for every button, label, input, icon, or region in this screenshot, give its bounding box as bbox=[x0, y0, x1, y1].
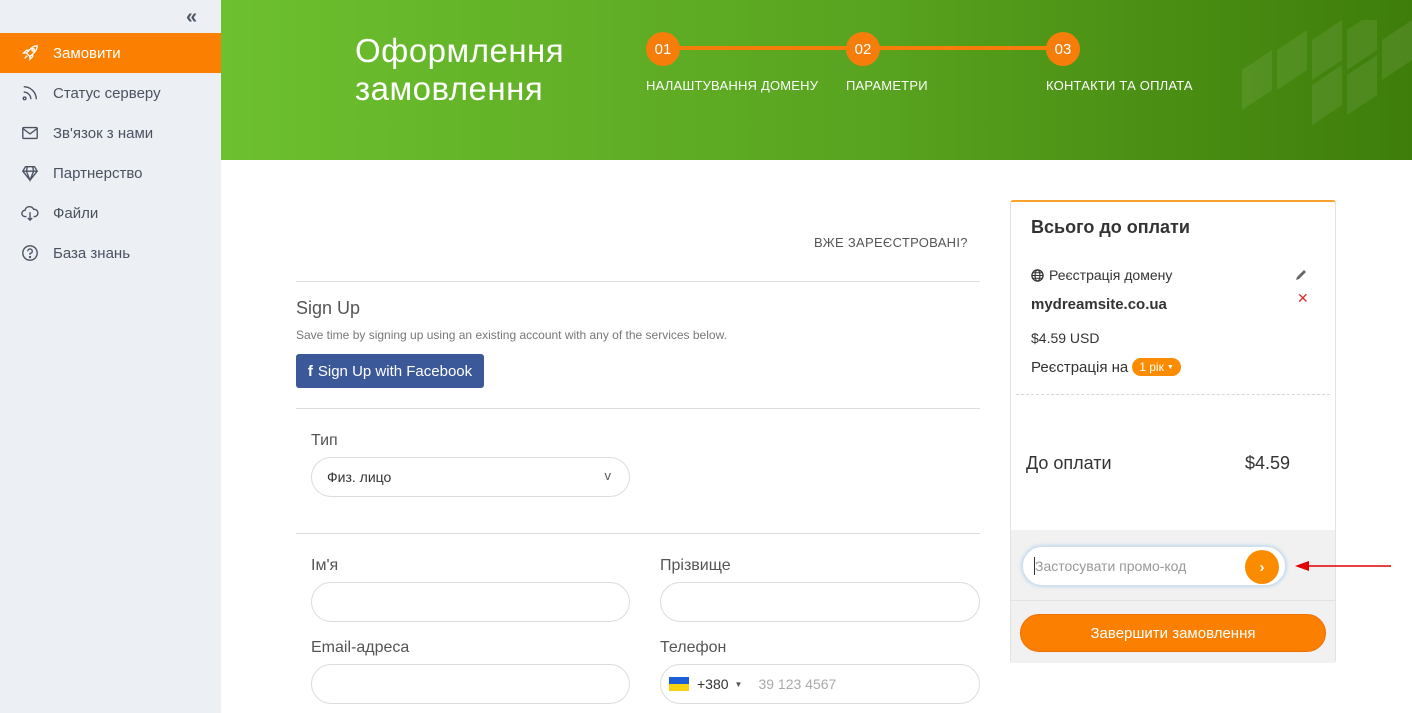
order-summary-card: Всього до оплати Реєстрація домену ✕ myd… bbox=[1010, 200, 1336, 663]
phone-placeholder: 39 123 4567 bbox=[758, 676, 837, 692]
domain-name: mydreamsite.co.ua bbox=[1031, 296, 1167, 313]
promo-placeholder: Застосувати промо-код bbox=[1035, 558, 1187, 574]
sidebar-item-label: Файли bbox=[53, 204, 99, 222]
item-name-text: Реєстрація домену bbox=[1049, 267, 1173, 283]
sidebar-item-order[interactable]: Замовити bbox=[0, 33, 221, 73]
question-circle-icon bbox=[20, 243, 40, 263]
sidebar-item-label: Зв'язок з нами bbox=[53, 124, 154, 142]
annotation-arrow-icon bbox=[1295, 561, 1391, 571]
sidebar-item-files[interactable]: Файли bbox=[0, 193, 221, 233]
remove-icon[interactable]: ✕ bbox=[1297, 290, 1309, 307]
caret-down-icon[interactable]: ▼ bbox=[735, 680, 743, 689]
registration-period: Реєстрація на 1 рік ▼ bbox=[1031, 358, 1181, 376]
step-number: 02 bbox=[846, 32, 880, 66]
apply-promo-button[interactable]: › bbox=[1245, 550, 1279, 584]
page-title: Оформлення замовлення bbox=[355, 32, 565, 107]
step-1: 01 НАЛАШТУВАННЯ ДОМЕНУ bbox=[646, 32, 818, 93]
checkout-header: Оформлення замовлення 01 НАЛАШТУВАННЯ ДО… bbox=[221, 0, 1412, 160]
signup-title: Sign Up bbox=[296, 298, 361, 318]
sidebar-item-label: Замовити bbox=[53, 44, 121, 62]
email-input[interactable] bbox=[311, 664, 630, 704]
rss-icon bbox=[20, 83, 40, 103]
sidebar-item-knowledge-base[interactable]: База знань bbox=[0, 233, 221, 273]
step-label: НАЛАШТУВАННЯ ДОМЕНУ bbox=[646, 78, 819, 93]
first-name-label: Ім'я bbox=[311, 557, 339, 574]
item-price: $4.59 USD bbox=[1031, 330, 1100, 346]
phone-label: Телефон bbox=[660, 639, 727, 656]
signup-subtitle: Save time by signing up using an existin… bbox=[296, 328, 727, 342]
sidebar-item-server-status[interactable]: Статус серверу bbox=[0, 73, 221, 113]
facebook-signup-button[interactable]: f Sign Up with Facebook bbox=[296, 354, 484, 388]
period-value: 1 рік bbox=[1139, 360, 1164, 374]
first-name-input[interactable] bbox=[311, 582, 630, 622]
summary-title: Всього до оплати bbox=[1031, 217, 1190, 237]
period-label: Реєстрація на bbox=[1031, 358, 1129, 376]
sidebar-item-label: База знань bbox=[53, 244, 131, 262]
period-dropdown[interactable]: 1 рік ▼ bbox=[1132, 358, 1181, 376]
phone-input[interactable]: +380 ▼ 39 123 4567 bbox=[660, 664, 980, 704]
type-label: Тип bbox=[311, 432, 338, 449]
sidebar-item-label: Статус серверу bbox=[53, 84, 161, 102]
header-decoration-icon bbox=[1242, 20, 1412, 125]
divider bbox=[1016, 394, 1330, 395]
summary-item-name: Реєстрація домену bbox=[1031, 267, 1172, 283]
rocket-icon bbox=[20, 43, 40, 63]
collapse-sidebar-icon[interactable]: « bbox=[186, 7, 206, 27]
promo-code-input[interactable]: Застосувати промо-код › bbox=[1022, 546, 1286, 586]
caret-down-icon: ▼ bbox=[1166, 363, 1174, 371]
type-select-value: Физ. лицо bbox=[327, 469, 392, 485]
divider bbox=[296, 533, 980, 534]
sidebar-item-partnership[interactable]: Партнерство bbox=[0, 153, 221, 193]
cloud-download-icon bbox=[20, 203, 40, 223]
sidebar-nav: Замовити Статус серверу Зв'язок з нами П… bbox=[0, 33, 221, 273]
sidebar: « Замовити Статус серверу Зв'язок з нами… bbox=[0, 0, 221, 713]
complete-order-button[interactable]: Завершити замовлення bbox=[1020, 614, 1326, 652]
chevron-down-icon: v bbox=[604, 468, 612, 483]
step-2: 02 ПАРАМЕТРИ bbox=[846, 32, 928, 93]
pencil-icon[interactable] bbox=[1294, 268, 1308, 282]
divider bbox=[1011, 600, 1335, 601]
envelope-icon bbox=[20, 123, 40, 143]
type-select[interactable]: Физ. лицо v bbox=[311, 457, 630, 497]
globe-icon bbox=[1031, 268, 1044, 282]
step-number: 03 bbox=[1046, 32, 1080, 66]
step-number: 01 bbox=[646, 32, 680, 66]
total-value: $4.59 bbox=[1245, 453, 1291, 473]
step-label: ПАРАМЕТРИ bbox=[846, 78, 928, 93]
last-name-input[interactable] bbox=[660, 582, 980, 622]
email-label: Email-адреса bbox=[311, 639, 410, 656]
ukraine-flag-icon[interactable] bbox=[669, 677, 689, 691]
promo-section: Застосувати промо-код › Завершити замовл… bbox=[1011, 530, 1335, 663]
divider bbox=[296, 408, 980, 409]
diamond-icon bbox=[20, 163, 40, 183]
divider bbox=[296, 281, 980, 282]
last-name-label: Прізвище bbox=[660, 557, 731, 574]
phone-country-code[interactable]: +380 bbox=[697, 676, 729, 692]
step-label: КОНТАКТИ ТА ОПЛАТА bbox=[1046, 78, 1193, 93]
total-label: До оплати bbox=[1026, 453, 1112, 473]
sidebar-item-contact[interactable]: Зв'язок з нами bbox=[0, 113, 221, 153]
sidebar-item-label: Партнерство bbox=[53, 164, 143, 182]
facebook-signup-label: Sign Up with Facebook bbox=[317, 362, 473, 380]
step-3: 03 КОНТАКТИ ТА ОПЛАТА bbox=[1046, 32, 1193, 93]
facebook-icon: f bbox=[307, 362, 313, 380]
already-registered-link[interactable]: ВЖЕ ЗАРЕЄСТРОВАНІ? bbox=[814, 235, 968, 250]
